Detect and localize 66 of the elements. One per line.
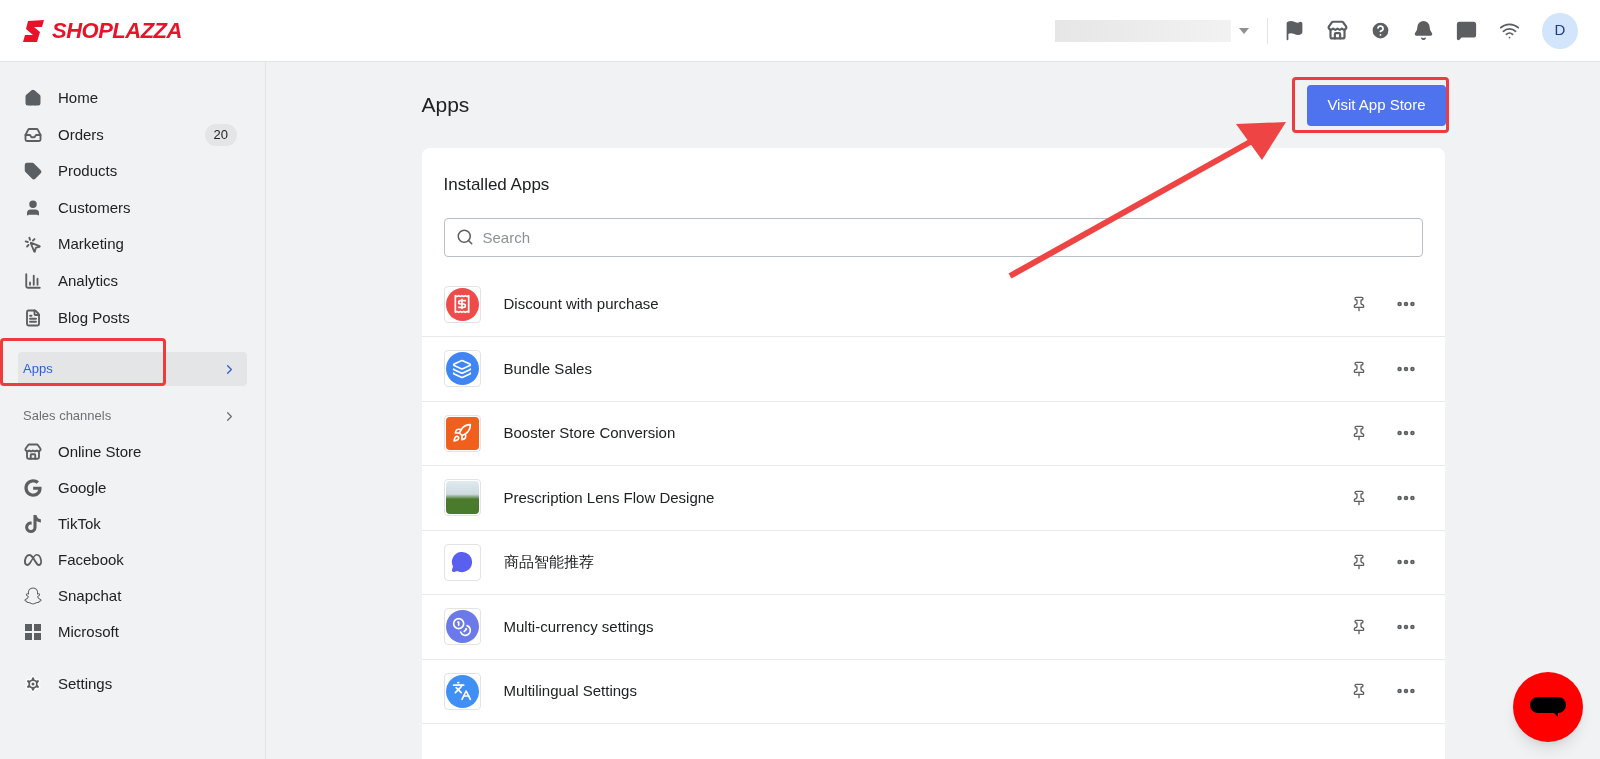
count-badge: 20 (204, 123, 237, 146)
app-name: 商品智能推荐 (503, 552, 595, 572)
settings-icon (24, 675, 42, 694)
app-icon (443, 608, 481, 646)
help-icon[interactable] (1370, 20, 1391, 41)
app-name: Booster Store Conversion (503, 423, 677, 443)
ghost-icon (24, 587, 42, 606)
user-avatar[interactable]: D (1542, 12, 1578, 49)
nav-item[interactable]: Analytics (18, 262, 247, 300)
speech-bubble-icon (1530, 697, 1566, 717)
app-name: Bundle Sales (503, 358, 593, 379)
nav-item[interactable]: Settings (18, 666, 247, 703)
nav-item[interactable]: Online Store (18, 434, 247, 471)
page-title: Apps (421, 92, 470, 119)
four-squares-icon (24, 623, 42, 642)
target-cursor-icon (24, 235, 42, 254)
tiktok-icon (24, 515, 42, 534)
logo-icon (22, 18, 46, 43)
app-row[interactable]: Booster Store Conversion (421, 401, 1445, 466)
nav-item[interactable]: Home (18, 80, 247, 117)
nav-item[interactable]: TikTok (18, 506, 247, 543)
nav-item[interactable]: Marketing (18, 226, 247, 263)
home-icon (24, 89, 42, 108)
app-row[interactable]: 商品智能推荐 (421, 530, 1445, 595)
nav-item[interactable]: Microsoft (18, 614, 247, 651)
nav-item[interactable]: Customers (18, 189, 247, 227)
visit-app-store-button[interactable]: Visit App Store (1307, 84, 1446, 126)
store-icon[interactable] (1327, 20, 1348, 41)
nav-item[interactable]: Snapchat (18, 578, 247, 615)
search-field[interactable]: Search (443, 217, 1423, 257)
app-row[interactable]: Discount with purchase (421, 272, 1445, 337)
nav-item[interactable]: Facebook (18, 542, 247, 579)
app-row[interactable]: Multilingual Settings (421, 659, 1445, 724)
person-icon (24, 199, 42, 218)
app-row[interactable]: Multi-currency settings (421, 595, 1445, 660)
app-name: Discount with purchase (503, 294, 660, 314)
store-icon (24, 443, 42, 462)
app-name: Prescription Lens Flow Designe (503, 487, 716, 508)
app-icon (443, 672, 481, 710)
app-icon (443, 285, 481, 323)
chat-button[interactable] (1513, 672, 1583, 742)
search-icon (455, 227, 474, 246)
app-icon (443, 414, 481, 452)
nav-item[interactable]: Products (18, 153, 247, 190)
app-icon (443, 350, 481, 388)
nav-item[interactable]: Blog Posts (18, 299, 247, 337)
nav-item[interactable]: Google (18, 470, 247, 507)
app-icon (443, 479, 481, 517)
app-name: Multilingual Settings (503, 681, 638, 701)
document-icon (24, 308, 42, 327)
nav-item[interactable]: Orders 20 (18, 116, 247, 154)
app-row[interactable]: Bundle Sales (421, 337, 1445, 402)
nav-item[interactable]: Apps (18, 352, 247, 387)
bar-chart-icon (24, 272, 42, 291)
app-row[interactable]: Prescription Lens Flow Designe (421, 466, 1445, 531)
card-title: Installed Apps (442, 174, 551, 196)
message-icon[interactable] (1456, 20, 1477, 41)
section-heading: Sales channels (23, 407, 113, 426)
app-name: Multi-currency settings (503, 616, 655, 637)
inbox-icon (24, 125, 42, 144)
tag-icon (24, 162, 42, 181)
google-icon (24, 479, 42, 498)
app-icon (443, 543, 481, 581)
logo-text: SHOPLAZZA (52, 19, 182, 42)
flag-icon[interactable] (1284, 20, 1305, 41)
notification-icon[interactable] (1413, 20, 1434, 41)
